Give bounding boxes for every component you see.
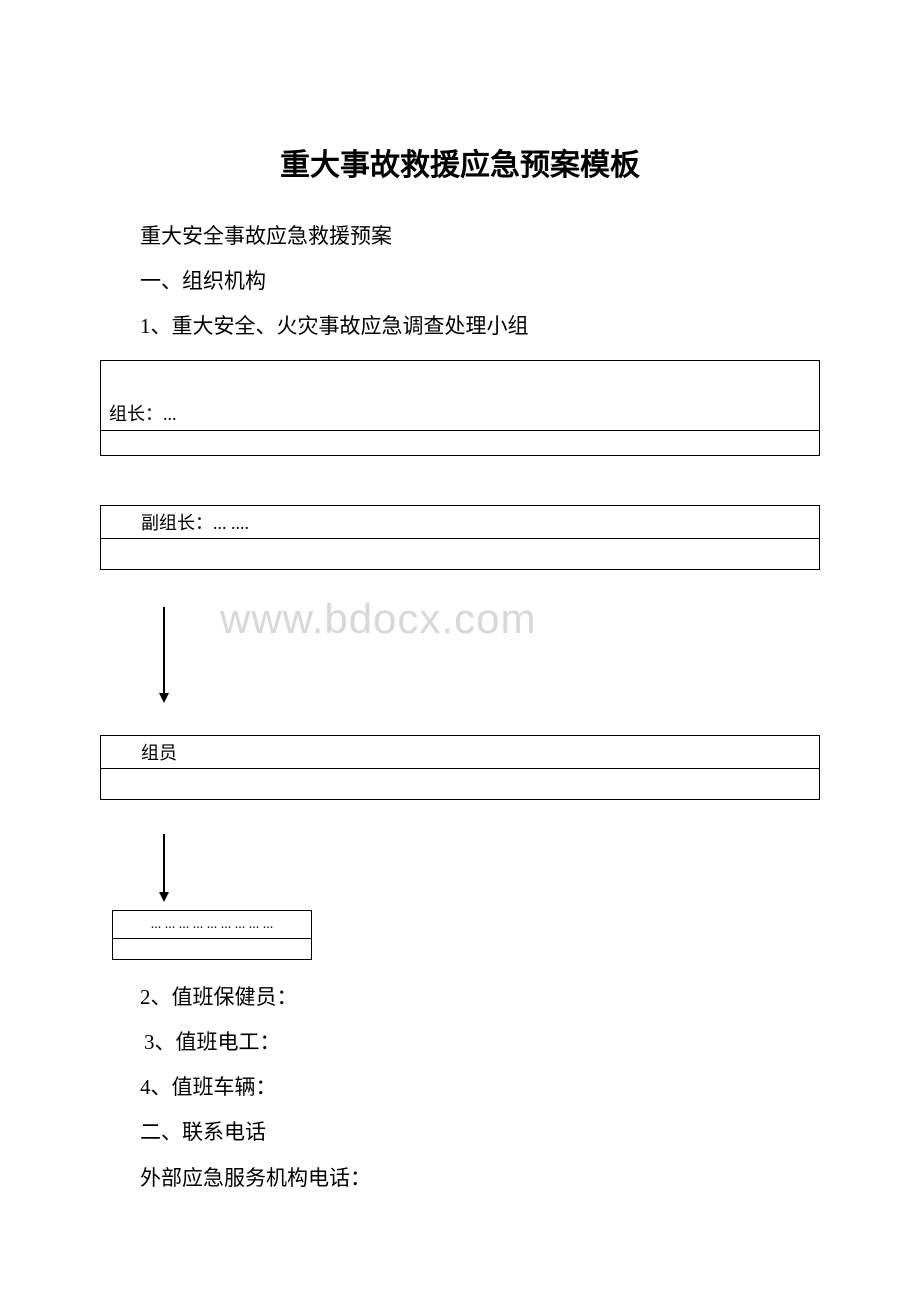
org-box-leader: 组长：...: [100, 360, 820, 456]
text-line-2: 一、组织机构: [0, 259, 920, 304]
document-title: 重大事故救援应急预案模板: [0, 140, 920, 184]
org-box-deputy-label: 副组长：... ....: [141, 509, 249, 535]
text-line-3: 1、重大安全、火灾事故应急调查处理小组: [0, 304, 920, 349]
org-box-names-label: ... ... ... ... ... ... ... ... ...: [151, 917, 274, 933]
text-line-8: 外部应急服务机构电话：: [0, 1156, 920, 1201]
text-line-4: 2、值班保健员：: [0, 975, 920, 1020]
org-box-member: 组员: [100, 735, 820, 800]
watermark-text: www.bdocx.com: [220, 595, 536, 643]
text-line-1: 重大安全事故应急救援预案: [0, 214, 920, 259]
org-box-names: ... ... ... ... ... ... ... ... ...: [112, 910, 312, 960]
org-box-leader-label: 组长：...: [109, 400, 177, 426]
text-line-5: 3、值班电工：: [0, 1020, 920, 1065]
org-box-deputy: 副组长：... ....: [100, 505, 820, 570]
text-line-7: 二、联系电话: [0, 1110, 920, 1155]
org-box-member-label: 组员: [141, 739, 177, 765]
text-line-6: 4、值班车辆：: [0, 1065, 920, 1110]
